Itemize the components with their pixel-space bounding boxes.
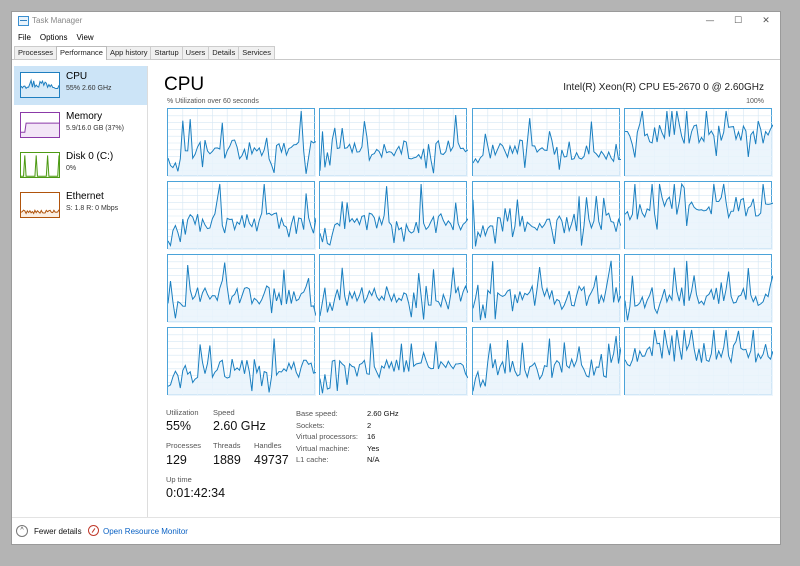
utilization-graph-label: % Utilization over 60 seconds (167, 98, 259, 105)
prop-value: Yes (367, 443, 380, 453)
prop-key: Virtual machine: (296, 443, 350, 453)
maximize-button[interactable]: ☐ (724, 12, 752, 31)
menu-options[interactable]: Options (38, 31, 70, 45)
cpu-core-graph (167, 327, 316, 396)
menu-view[interactable]: View (74, 31, 95, 45)
tab-strip: Processes Performance App history Startu… (14, 46, 275, 60)
prop-key: Base speed: (296, 409, 338, 418)
uptime-label: Up time (166, 475, 192, 484)
sidebar-item-detail: 0% (66, 165, 77, 172)
sidebar-item-detail: 5.9/16.0 GB (37%) (66, 125, 124, 132)
sidebar-item-label: Disk 0 (C:) (66, 151, 114, 162)
logical-processor-graphs[interactable] (167, 108, 773, 396)
prop-row: Virtual machine: Yes (296, 443, 399, 455)
tab-processes[interactable]: Processes (14, 46, 58, 59)
chevron-up-icon[interactable]: ^ (16, 525, 28, 537)
utilization-max-label: 100% (746, 98, 764, 105)
sidebar-item-label: Memory (66, 111, 103, 122)
resource-monitor-icon (88, 525, 99, 536)
utilization-value: 55% (166, 419, 192, 433)
memory-thumbnail-graph (20, 112, 60, 138)
threads-label: Threads (213, 441, 241, 450)
tab-services[interactable]: Services (238, 46, 275, 59)
processes-label: Processes (166, 441, 202, 450)
sidebar-item-disk[interactable]: Disk 0 (C:) 0% (14, 146, 147, 185)
prop-key: Sockets: (296, 420, 325, 430)
page-title: CPU (164, 74, 205, 95)
close-button[interactable]: ✕ (752, 12, 780, 31)
prop-key: L1 cache: (296, 455, 329, 465)
cpu-core-graph (471, 327, 621, 396)
tab-app-history[interactable]: App history (105, 46, 152, 59)
handles-value: 49737 (254, 453, 289, 467)
tab-users[interactable]: Users (181, 46, 210, 59)
prop-row: Virtual processors: 16 (296, 431, 399, 443)
title-bar[interactable]: Task Manager — ☐ ✕ (12, 12, 780, 31)
cpu-core-graph (623, 327, 773, 396)
ethernet-thumbnail-graph (20, 192, 60, 218)
menu-file[interactable]: File (16, 31, 33, 45)
task-manager-window: Task Manager — ☐ ✕ File Options View Pro… (11, 11, 781, 545)
cpu-core-graph (623, 108, 773, 177)
sidebar-item-detail: 55% 2.60 GHz (66, 85, 112, 92)
performance-sidebar: CPU 55% 2.60 GHz Memory 5.9/16.0 GB (37%… (14, 66, 148, 517)
tab-details[interactable]: Details (208, 46, 240, 59)
threads-value: 1889 (213, 453, 241, 467)
cpu-core-graph (319, 108, 469, 177)
sidebar-item-ethernet[interactable]: Ethernet S: 1.8 R: 0 Mbps (14, 186, 147, 225)
prop-row: L1 cache: N/A (296, 454, 399, 466)
prop-value: N/A (367, 455, 380, 465)
sidebar-item-label: Ethernet (66, 191, 104, 202)
tab-startup[interactable]: Startup (150, 46, 183, 59)
utilization-label: Utilization (166, 408, 199, 417)
sidebar-item-label: CPU (66, 71, 88, 82)
sidebar-item-detail: S: 1.8 R: 0 Mbps (66, 205, 119, 212)
disk-thumbnail-graph (20, 152, 60, 178)
cpu-core-graph (471, 254, 621, 323)
cpu-core-graph (319, 254, 469, 323)
cpu-core-graph (167, 108, 316, 177)
speed-value: 2.60 GHz (213, 419, 266, 433)
open-resource-monitor-link[interactable]: Open Resource Monitor (103, 527, 188, 536)
prop-value: 2 (367, 420, 372, 430)
sidebar-item-memory[interactable]: Memory 5.9/16.0 GB (37%) (14, 106, 147, 145)
task-manager-app-icon (18, 16, 29, 26)
cpu-properties: Base speed: 2.60 GHz Sockets: 2 Virtual pr… (296, 408, 399, 466)
cpu-core-graph (319, 327, 469, 396)
prop-value: 2.60 GHz (367, 409, 399, 418)
cpu-core-graph (319, 181, 469, 250)
processes-value: 129 (166, 453, 187, 467)
cpu-core-graph (167, 254, 316, 323)
tab-performance[interactable]: Performance (56, 46, 107, 60)
cpu-core-graph (471, 108, 621, 177)
cpu-thumbnail-graph (20, 72, 60, 98)
prop-value: 16 (367, 432, 376, 442)
prop-row: Base speed: 2.60 GHz (296, 408, 399, 420)
sidebar-item-cpu[interactable]: CPU 55% 2.60 GHz (14, 66, 147, 105)
speed-label: Speed (213, 408, 235, 417)
handles-label: Handles (254, 441, 282, 450)
minimize-button[interactable]: — (696, 12, 724, 31)
prop-key: Virtual processors: (296, 432, 358, 442)
uptime-value: 0:01:42:34 (166, 486, 226, 500)
cpu-model-name: Intel(R) Xeon(R) CPU E5-2670 0 @ 2.60GHz (563, 82, 764, 93)
tab-divider (12, 59, 780, 60)
prop-row: Sockets: 2 (296, 420, 399, 432)
cpu-core-graph (471, 181, 621, 250)
window-title: Task Manager (32, 16, 83, 25)
cpu-core-graph (623, 254, 773, 323)
cpu-core-graph (623, 181, 773, 250)
menu-bar: File Options View (16, 31, 101, 45)
fewer-details-button[interactable]: Fewer details (34, 527, 82, 536)
cpu-core-graph (167, 181, 316, 250)
footer-bar: ^ Fewer details Open Resource Monitor (12, 517, 780, 545)
